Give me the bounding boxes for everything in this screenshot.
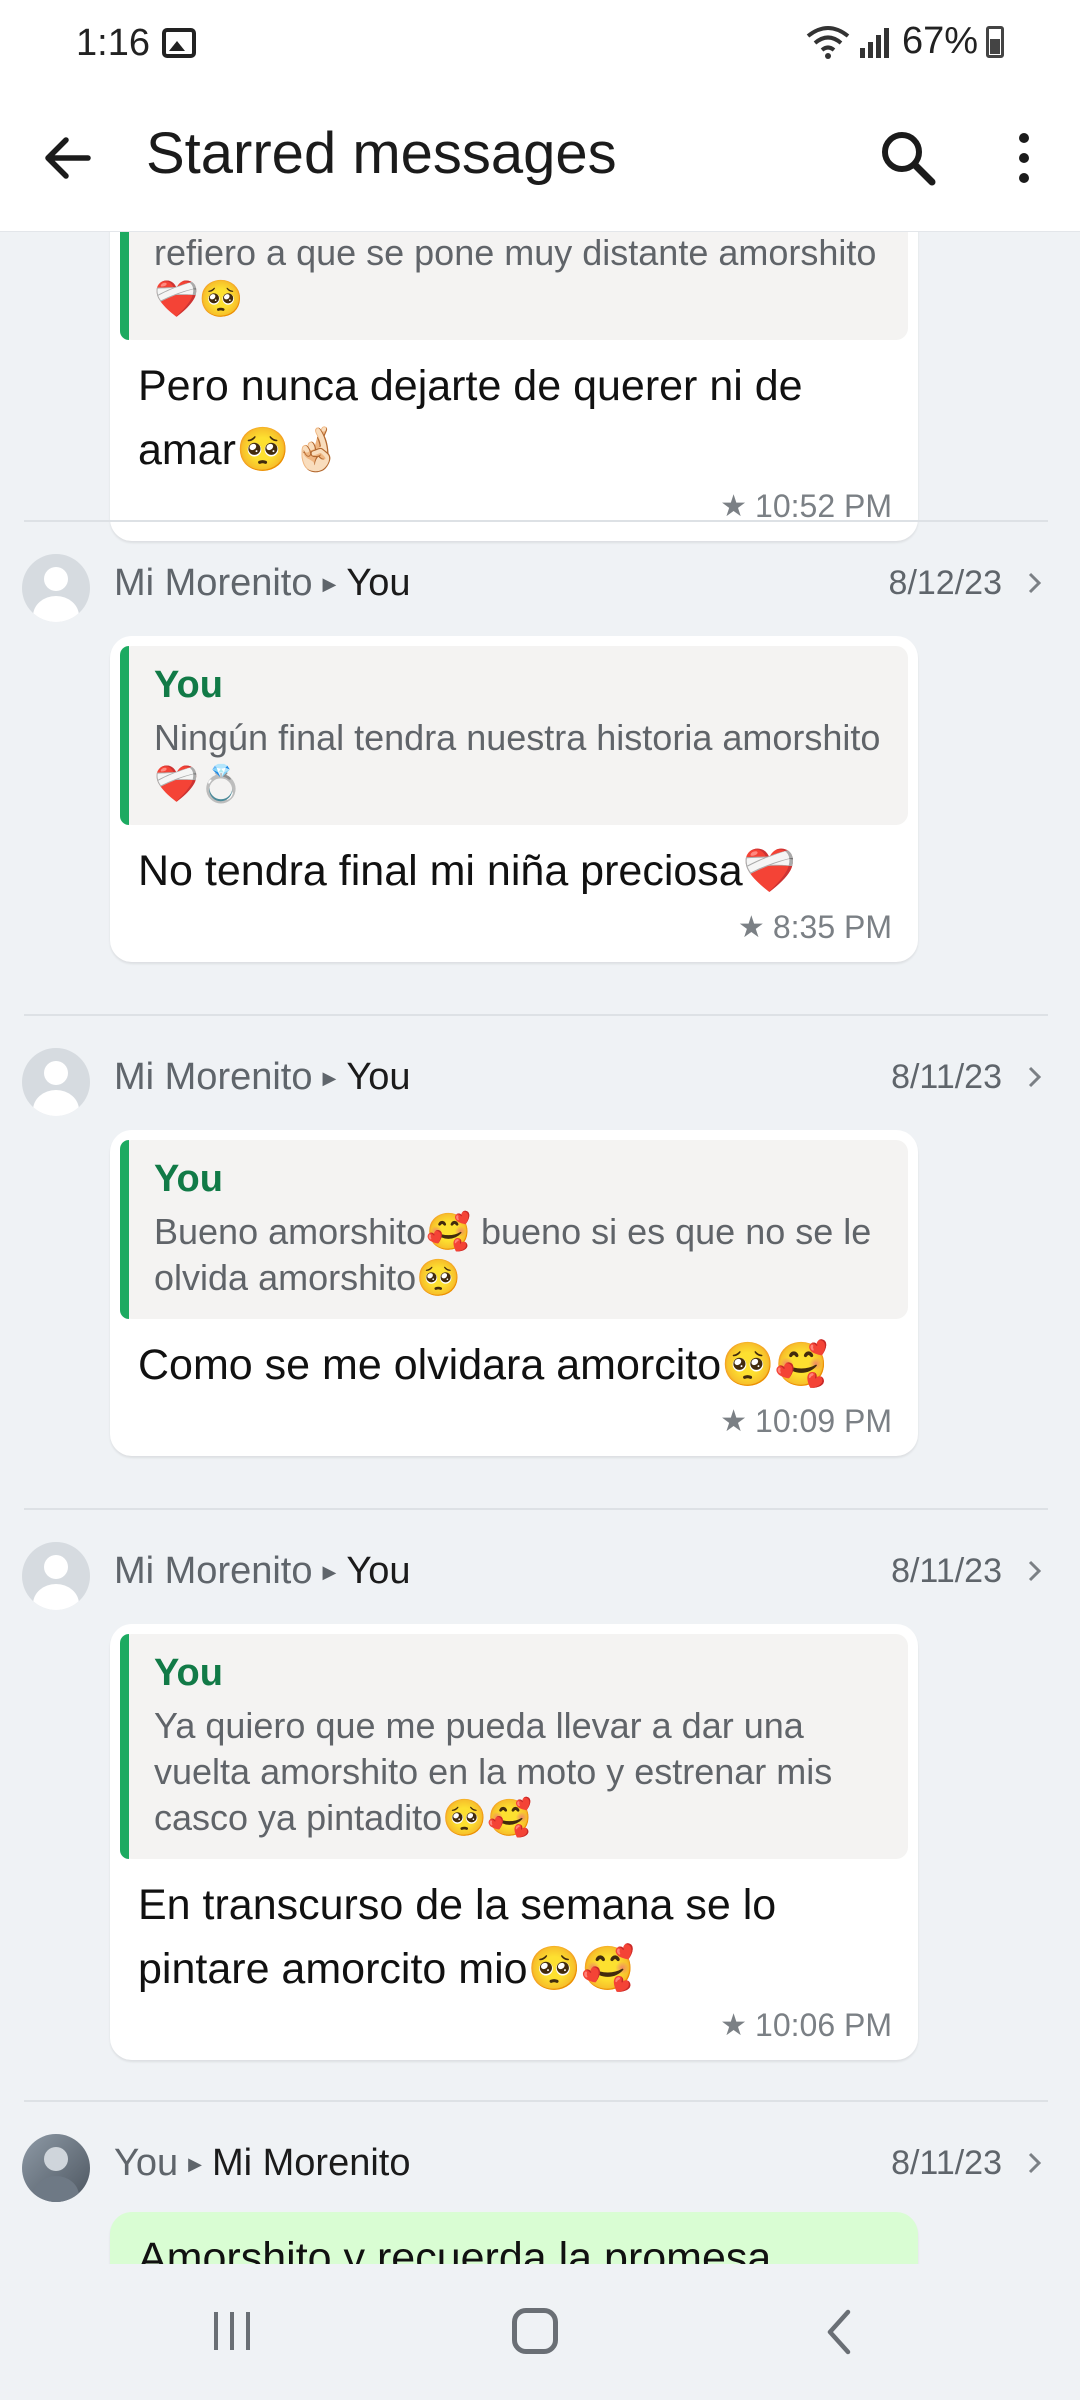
signal-icon — [859, 27, 889, 58]
status-right: 67% — [806, 20, 1004, 63]
message-meta: ★ 10:09 PM — [110, 1397, 918, 1456]
quoted-message[interactable]: You Ningún final tendra nuestra historia… — [120, 646, 908, 825]
message-bubble[interactable]: Amorshito y recuerda la promesa — [110, 2212, 918, 2264]
battery-percentage: 67% — [901, 20, 978, 62]
quoted-message[interactable]: You Bueno amorshito🥰 bueno si es que no … — [120, 1140, 908, 1319]
back-button[interactable] — [36, 126, 100, 190]
recent-apps-button[interactable] — [210, 2310, 254, 2352]
message-meta: ★ 10:52 PM — [110, 482, 918, 541]
message-header[interactable]: You ▶ Mi Morenito 8/11/23 — [0, 2128, 1080, 2208]
quote-text: Ya quiero que me pueda llevar a dar una … — [154, 1705, 833, 1838]
message-text: Amorshito y recuerda la promesa — [138, 2234, 772, 2264]
quote-text: refiero a que se pone muy distante amors… — [154, 232, 877, 319]
page-title: Starred messages — [146, 121, 617, 186]
message-time: 10:06 PM — [755, 2007, 892, 2043]
avatar[interactable] — [22, 2134, 90, 2202]
message-header[interactable]: Mi Morenito ▶ You 8/11/23 — [0, 1536, 1080, 1616]
arrow-right-icon: ▶ — [322, 574, 337, 595]
quote-author: You — [154, 1158, 223, 1200]
avatar[interactable] — [22, 554, 90, 622]
message-header[interactable]: Mi Morenito ▶ You 8/12/23 — [0, 548, 1080, 628]
chevron-right-icon[interactable] — [1024, 1062, 1046, 1092]
message-header[interactable]: Mi Morenito ▶ You 8/11/23 — [0, 1042, 1080, 1122]
quoted-message[interactable]: refiero a que se pone muy distante amors… — [120, 232, 908, 340]
message-route: Mi Morenito ▶ You — [114, 1056, 410, 1099]
message-meta: ★ 8:35 PM — [110, 903, 918, 962]
system-nav-bar — [0, 2264, 1080, 2400]
wifi-icon — [806, 25, 850, 59]
starred-messages-list[interactable]: refiero a que se pone muy distante amors… — [0, 232, 1080, 2264]
message-route: Mi Morenito ▶ You — [114, 1550, 410, 1593]
message-bubble[interactable]: You Bueno amorshito🥰 bueno si es que no … — [110, 1130, 918, 1456]
message-date: 8/11/23 — [891, 2144, 1002, 2182]
divider — [24, 2100, 1048, 2102]
recipient-name: You — [346, 562, 411, 604]
chevron-right-icon[interactable] — [1024, 2148, 1046, 2178]
quoted-message[interactable]: You Ya quiero que me pueda llevar a dar … — [120, 1634, 908, 1859]
avatar[interactable] — [22, 1048, 90, 1116]
message-time: 8:35 PM — [772, 909, 892, 945]
status-bar: 1:16 67% — [0, 0, 1080, 90]
nav-back-button[interactable] — [822, 2308, 856, 2356]
message-route: You ▶ Mi Morenito — [114, 2142, 410, 2185]
message-route: Mi Morenito ▶ You — [114, 562, 410, 605]
arrow-right-icon: ▶ — [322, 1068, 337, 1089]
divider — [24, 520, 1048, 522]
divider — [24, 1014, 1048, 1016]
message-text: En transcurso de la semana se lo pintare… — [138, 1881, 777, 1993]
status-time: 1:16 — [76, 22, 150, 64]
more-vert-icon[interactable] — [1004, 126, 1044, 190]
star-icon: ★ — [720, 490, 748, 523]
arrow-right-icon: ▶ — [188, 2154, 202, 2175]
sender-name: Mi Morenito — [114, 1550, 313, 1592]
divider — [24, 1508, 1048, 1510]
message-date: 8/11/23 — [891, 1058, 1002, 1096]
avatar[interactable] — [22, 1542, 90, 1610]
star-icon: ★ — [720, 2009, 748, 2042]
quote-author: You — [154, 1652, 223, 1694]
recipient-name: Mi Morenito — [211, 2142, 411, 2184]
message-time: 10:09 PM — [755, 1403, 892, 1439]
home-button[interactable] — [512, 2308, 558, 2354]
message-bubble[interactable]: You Ningún final tendra nuestra historia… — [110, 636, 918, 962]
message-date: 8/11/23 — [891, 1552, 1002, 1590]
message-text: No tendra final mi niña preciosa❤️‍🩹 — [138, 847, 797, 895]
app-bar: Starred messages — [0, 90, 1080, 232]
battery-icon — [986, 25, 1004, 58]
message-text: Pero nunca dejarte de querer ni de amar🥺… — [138, 362, 803, 474]
quote-author: You — [154, 664, 223, 706]
arrow-right-icon: ▶ — [322, 1562, 337, 1583]
recipient-name: You — [346, 1550, 411, 1592]
search-icon[interactable] — [876, 126, 940, 190]
message-bubble[interactable]: You Ya quiero que me pueda llevar a dar … — [110, 1624, 918, 2060]
message-meta: ★ 10:06 PM — [110, 2001, 918, 2060]
chevron-right-icon[interactable] — [1024, 1556, 1046, 1586]
star-icon: ★ — [737, 911, 765, 944]
sender-name: You — [114, 2142, 179, 2184]
quote-text: Ningún final tendra nuestra historia amo… — [154, 717, 881, 804]
star-icon: ★ — [720, 1405, 748, 1438]
image-notification-icon — [162, 28, 196, 58]
quote-text: Bueno amorshito🥰 bueno si es que no se l… — [154, 1211, 872, 1298]
sender-name: Mi Morenito — [114, 1056, 313, 1098]
sender-name: Mi Morenito — [114, 562, 313, 604]
message-bubble[interactable]: refiero a que se pone muy distante amors… — [110, 232, 918, 541]
message-text: Como se me olvidara amorcito🥺🥰 — [138, 1341, 829, 1389]
chevron-right-icon[interactable] — [1024, 568, 1046, 598]
message-date: 8/12/23 — [888, 564, 1002, 602]
recipient-name: You — [346, 1056, 411, 1098]
